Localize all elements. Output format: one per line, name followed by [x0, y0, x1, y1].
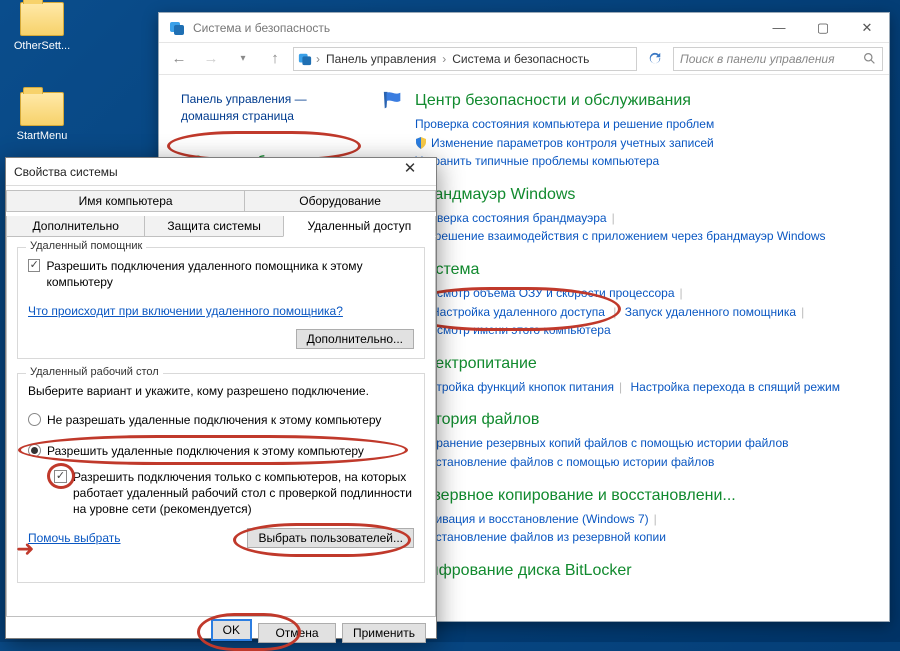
link-computer-name[interactable]: Просмотр имени этого компьютера [415, 323, 611, 337]
link-filehistory-backup[interactable]: Сохранение резервных копий файлов с помо… [415, 436, 789, 450]
checkbox-nla-only[interactable]: ✓ [54, 470, 67, 483]
link-remote-config[interactable]: Настройка удаленного доступа [431, 305, 605, 319]
choose-hint: Выберите вариант и укажите, кому разреше… [28, 384, 414, 398]
link-what-happens[interactable]: Что происходит при включении удаленного … [28, 304, 343, 318]
tab-remote-access[interactable]: Удаленный доступ [283, 216, 436, 237]
search-input[interactable]: Поиск в панели управления [673, 47, 883, 71]
link-check-status[interactable]: Проверка состояния компьютера и решение … [415, 117, 714, 131]
link-sleep-mode[interactable]: Настройка перехода в спящий режим [630, 380, 839, 394]
radio-disallow-remote[interactable] [28, 413, 41, 426]
folder-icon [20, 2, 64, 36]
link-power-buttons[interactable]: Настройка функций кнопок питания [415, 380, 614, 394]
section-title[interactable]: Центр безопасности и обслуживания [415, 92, 691, 110]
checkbox-label: Разрешить подключения только с компьютер… [73, 469, 414, 518]
close-button[interactable]: ✕ [392, 159, 428, 185]
nav-up-button[interactable]: ↑ [261, 46, 289, 72]
section-title[interactable]: Брандмауэр Windows [415, 186, 575, 204]
checkbox-allow-assistant[interactable]: ✓ [28, 259, 40, 272]
link-ram-cpu[interactable]: Просмотр объема ОЗУ и скорости процессор… [415, 286, 675, 300]
apply-button[interactable]: Применить [342, 623, 426, 643]
link-filehistory-restore[interactable]: Восстановление файлов с помощью истории … [415, 455, 714, 469]
sidebar-home-link[interactable]: Панель управления — домашняя страница [181, 91, 363, 125]
chevron-right-icon: › [442, 52, 446, 66]
radio-label: Не разрешать удаленные подключения к это… [47, 412, 381, 428]
link-firewall-status[interactable]: Проверка состояния брандмауэра [415, 211, 607, 225]
window-titlebar[interactable]: Система и безопасность — ▢ ✕ [159, 13, 889, 43]
annotation-oval [47, 463, 75, 489]
checkbox-label: Разрешить подключения удаленного помощни… [46, 258, 414, 290]
link-remote-helper[interactable]: Запуск удаленного помощника [625, 305, 796, 319]
dialog-title: Свойства системы [14, 165, 392, 179]
refresh-button[interactable] [641, 46, 669, 72]
control-panel-icon [169, 20, 185, 36]
search-placeholder: Поиск в панели управления [680, 52, 835, 66]
group-remote-assistant: Удаленный помощник [26, 240, 146, 252]
chevron-right-icon: › [316, 52, 320, 66]
desktop-folder-startmenu[interactable]: StartMenu [4, 92, 80, 142]
link-uac-settings[interactable]: Изменение параметров контроля учетных за… [431, 136, 714, 150]
dialog-buttons: OK Отмена Применить [6, 617, 436, 649]
tab-computer-name[interactable]: Имя компьютера [6, 190, 244, 212]
cancel-button[interactable]: Отмена [258, 623, 336, 643]
tab-system-protection[interactable]: Защита системы [145, 216, 282, 237]
tab-advanced[interactable]: Дополнительно [6, 216, 145, 237]
radio-label: Разрешить удаленные подключения к этому … [47, 443, 364, 459]
link-restore-backup[interactable]: Восстановление файлов из резервной копии [415, 530, 666, 544]
link-troubleshoot[interactable]: Устранить типичные проблемы компьютера [415, 154, 659, 168]
main-content: Центр безопасности и обслуживания Провер… [379, 75, 889, 621]
dialog-titlebar[interactable]: Свойства системы ✕ [6, 158, 436, 186]
close-button[interactable]: ✕ [845, 13, 889, 43]
select-users-button[interactable]: Выбрать пользователей... [247, 528, 414, 548]
desktop-folder-othersettings[interactable]: OtherSett... [4, 2, 80, 52]
desktop-icon-label: StartMenu [4, 130, 80, 142]
search-icon [863, 52, 876, 65]
tab-hardware[interactable]: Оборудование [244, 190, 436, 212]
window-title: Система и безопасность [193, 21, 757, 35]
address-bar[interactable]: › Панель управления › Система и безопасн… [293, 47, 637, 71]
control-panel-icon [298, 52, 312, 66]
link-backup-win7[interactable]: Архивация и восстановление (Windows 7) [415, 512, 649, 526]
desktop-icon-label: OtherSett... [4, 40, 80, 52]
nav-forward-button[interactable]: → [197, 46, 225, 72]
uac-shield-icon [415, 137, 427, 149]
link-help-choose[interactable]: Помочь выбрать [28, 531, 121, 545]
minimize-button[interactable]: — [757, 13, 801, 43]
nav-recent-dropdown[interactable]: ▾ [229, 46, 257, 72]
breadcrumb-item[interactable]: Система и безопасность [450, 52, 591, 66]
group-remote-desktop: Удаленный рабочий стол [26, 366, 163, 378]
system-properties-dialog: Свойства системы ✕ Имя компьютера Оборуд… [5, 157, 437, 639]
radio-allow-remote[interactable] [28, 444, 41, 457]
section-title[interactable]: Шифрование диска BitLocker [415, 562, 632, 580]
advanced-button[interactable]: Дополнительно... [296, 329, 414, 349]
breadcrumb-item[interactable]: Панель управления [324, 52, 438, 66]
link-firewall-allow[interactable]: Разрешение взаимодействия с приложением … [415, 229, 826, 243]
maximize-button[interactable]: ▢ [801, 13, 845, 43]
folder-icon [20, 92, 64, 126]
section-title[interactable]: Резервное копирование и восстановлени... [415, 487, 736, 505]
nav-back-button[interactable]: ← [165, 46, 193, 72]
flag-icon [379, 89, 407, 113]
ok-button[interactable]: OK [211, 619, 252, 641]
navigation-bar: ← → ▾ ↑ › Панель управления › Система и … [159, 43, 889, 75]
